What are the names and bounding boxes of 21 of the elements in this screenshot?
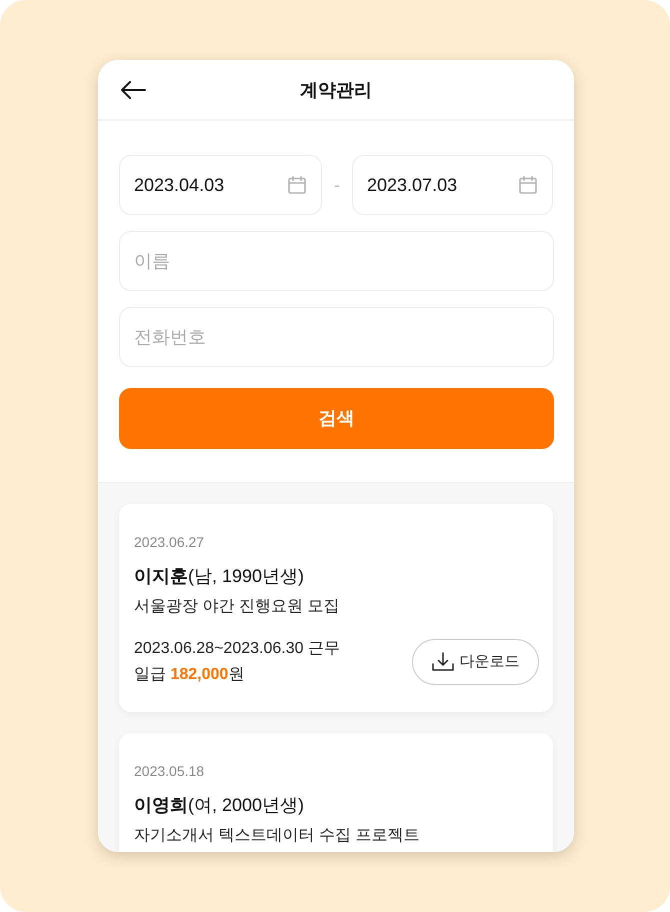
phone-field[interactable]: 전화번호 [119, 307, 554, 367]
calendar-icon [288, 176, 306, 194]
contract-date: 2023.06.27 [134, 533, 206, 552]
contract-date: 2023.05.18 [134, 762, 206, 781]
date-range-separator: - [333, 174, 341, 196]
worker-name: 이영희(여, 2000년생) [134, 794, 306, 817]
name-field[interactable]: 이름 [119, 231, 554, 291]
download-button[interactable]: 다운로드 [412, 639, 539, 685]
end-date-field[interactable]: 2023.07.03 [352, 155, 553, 215]
daily-wage: 일급 182,000원 [134, 665, 246, 685]
start-date-field[interactable]: 2023.04.03 [119, 155, 322, 215]
page-title: 계약관리 [300, 78, 372, 102]
worker-name: 이지훈(남, 1990년생) [134, 565, 306, 588]
contract-card[interactable]: 2023.06.27 이지훈(남, 1990년생) 서울광장 야간 진행요원 모집 2023.06.28~2023.06.30 근무 일급 182,000원 다운로드 [119, 504, 553, 712]
job-title: 자기소개서 텍스트데이터 수집 프로젝트 [134, 826, 420, 846]
contract-card[interactable]: 2023.05.18 이영희(여, 2000년생) 자기소개서 텍스트데이터 수집 프로젝트 [119, 733, 553, 852]
download-icon [432, 652, 454, 672]
back-arrow-icon[interactable] [120, 80, 146, 100]
work-period: 2023.06.28~2023.06.30 근무 [134, 639, 340, 659]
calendar-icon [519, 176, 537, 194]
job-title: 서울광장 야간 진행요원 모집 [134, 597, 340, 617]
